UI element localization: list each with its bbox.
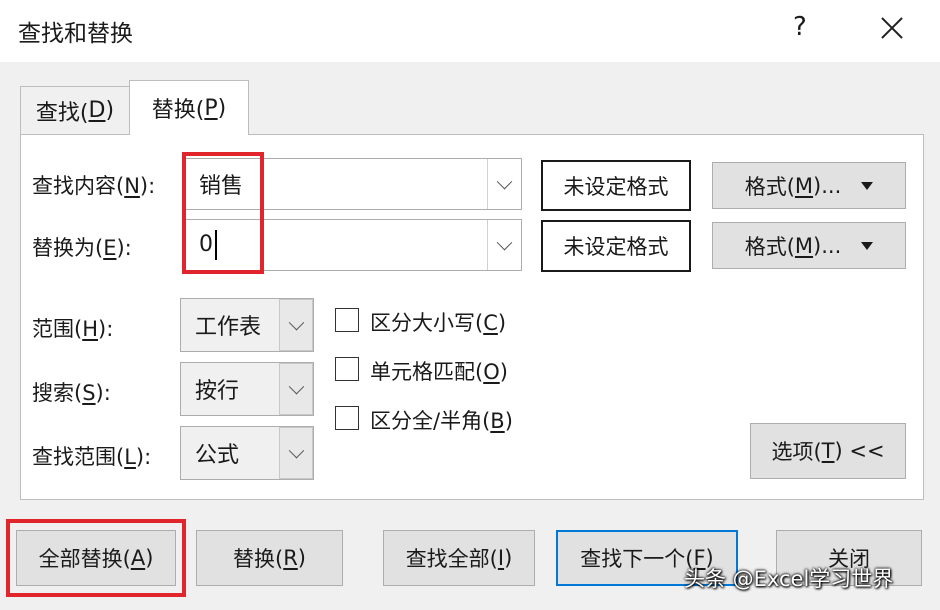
chevron-down-icon <box>288 378 304 394</box>
search-label: 搜索(S): <box>32 381 111 405</box>
dropdown-triangle-icon <box>861 181 874 190</box>
match-entire-cell-checkbox[interactable] <box>335 357 359 381</box>
look-in-dropdown-arrow[interactable] <box>279 427 313 479</box>
chevron-down-icon <box>288 442 304 458</box>
find-dropdown-arrow[interactable] <box>487 159 521 209</box>
search-dropdown-arrow[interactable] <box>279 363 313 415</box>
chevron-down-icon <box>288 314 304 330</box>
match-entire-cell-label[interactable]: 单元格匹配(O) <box>370 356 508 386</box>
scope-select[interactable]: 工作表 <box>180 298 314 352</box>
find-format-button[interactable]: 格式(M)... <box>712 162 906 209</box>
close-icon[interactable] <box>878 14 906 42</box>
match-byte-checkbox[interactable] <box>335 406 359 430</box>
options-button[interactable]: 选项(T) << <box>750 423 906 479</box>
watermark: 头条 @Excel学习世界 <box>684 567 894 591</box>
match-case-label[interactable]: 区分大小写(C) <box>370 307 506 337</box>
scope-dropdown-arrow[interactable] <box>279 299 313 351</box>
scope-label: 范围(H): <box>32 317 114 341</box>
replace-button[interactable]: 替换(R) <box>196 530 343 586</box>
replace-format-button[interactable]: 格式(M)... <box>712 222 906 269</box>
find-all-button[interactable]: 查找全部(I) <box>383 530 535 586</box>
highlight-box <box>182 152 264 274</box>
chevron-down-icon <box>496 173 513 189</box>
match-byte-label[interactable]: 区分全/半角(B) <box>370 405 513 435</box>
dropdown-triangle-icon <box>861 241 874 250</box>
tab-find[interactable]: 查找(D) <box>20 86 130 134</box>
replace-with-label: 替换为(E): <box>32 236 132 260</box>
dialog-title: 查找和替换 <box>18 21 133 47</box>
tab-replace[interactable]: 替换(P) <box>129 80 249 135</box>
match-case-checkbox[interactable] <box>335 308 359 332</box>
help-button[interactable]: ? <box>793 12 807 42</box>
replace-dropdown-arrow[interactable] <box>487 220 521 270</box>
chevron-down-icon <box>496 234 513 250</box>
replace-format-preview: 未设定格式 <box>541 220 691 272</box>
look-in-label: 查找范围(L): <box>32 445 152 469</box>
highlight-box <box>6 519 186 597</box>
search-order-select[interactable]: 按行 <box>180 362 314 416</box>
find-what-label: 查找内容(N): <box>32 174 156 198</box>
look-in-select[interactable]: 公式 <box>180 426 314 480</box>
find-format-preview: 未设定格式 <box>541 160 691 211</box>
